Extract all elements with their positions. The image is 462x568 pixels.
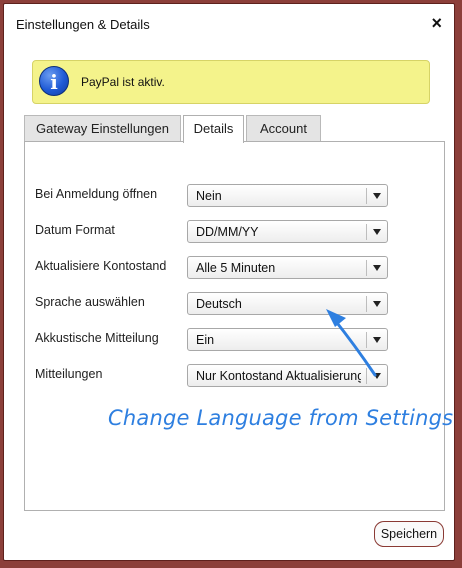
settings-dialog: Einstellungen & Details × i PayPal ist a…	[3, 3, 455, 561]
label-refresh-balance: Aktualisiere Kontostand	[35, 259, 167, 273]
label-date-format: Datum Format	[35, 223, 115, 237]
annotation-text: Change Language from Settings	[108, 406, 454, 430]
tab-gateway-settings[interactable]: Gateway Einstellungen	[24, 115, 181, 141]
chevron-down-icon	[373, 301, 381, 307]
info-icon: i	[39, 66, 69, 96]
notifications-select[interactable]: Nur Kontostand Aktualisierung	[187, 364, 388, 387]
chevron-down-icon	[373, 193, 381, 199]
open-on-login-select[interactable]: Nein	[187, 184, 388, 207]
label-open-on-login: Bei Anmeldung öffnen	[35, 187, 158, 201]
label-notifications: Mitteilungen	[35, 367, 103, 381]
label-sound-notification: Akkustische Mitteilung	[35, 331, 159, 345]
dialog-title: Einstellungen & Details	[16, 17, 150, 32]
notice-text: PayPal ist aktiv.	[81, 75, 165, 89]
chevron-down-icon	[373, 265, 381, 271]
chevron-down-icon	[373, 373, 381, 379]
language-select[interactable]: Deutsch	[187, 292, 388, 315]
tab-details[interactable]: Details	[183, 115, 244, 143]
sound-notification-select[interactable]: Ein	[187, 328, 388, 351]
date-format-select[interactable]: DD/MM/YY	[187, 220, 388, 243]
dialog-titlebar: Einstellungen & Details ×	[4, 4, 454, 44]
status-notice: i PayPal ist aktiv.	[32, 60, 430, 104]
close-icon[interactable]: ×	[431, 13, 442, 33]
chevron-down-icon	[373, 337, 381, 343]
label-language: Sprache auswählen	[35, 295, 145, 309]
save-button[interactable]: Speichern	[374, 521, 444, 547]
chevron-down-icon	[373, 229, 381, 235]
tab-bar: Gateway Einstellungen Details Account	[24, 115, 444, 143]
tab-account[interactable]: Account	[246, 115, 321, 141]
refresh-balance-select[interactable]: Alle 5 Minuten	[187, 256, 388, 279]
details-panel: Bei Anmeldung öffnen Nein Datum Format D…	[24, 141, 445, 511]
